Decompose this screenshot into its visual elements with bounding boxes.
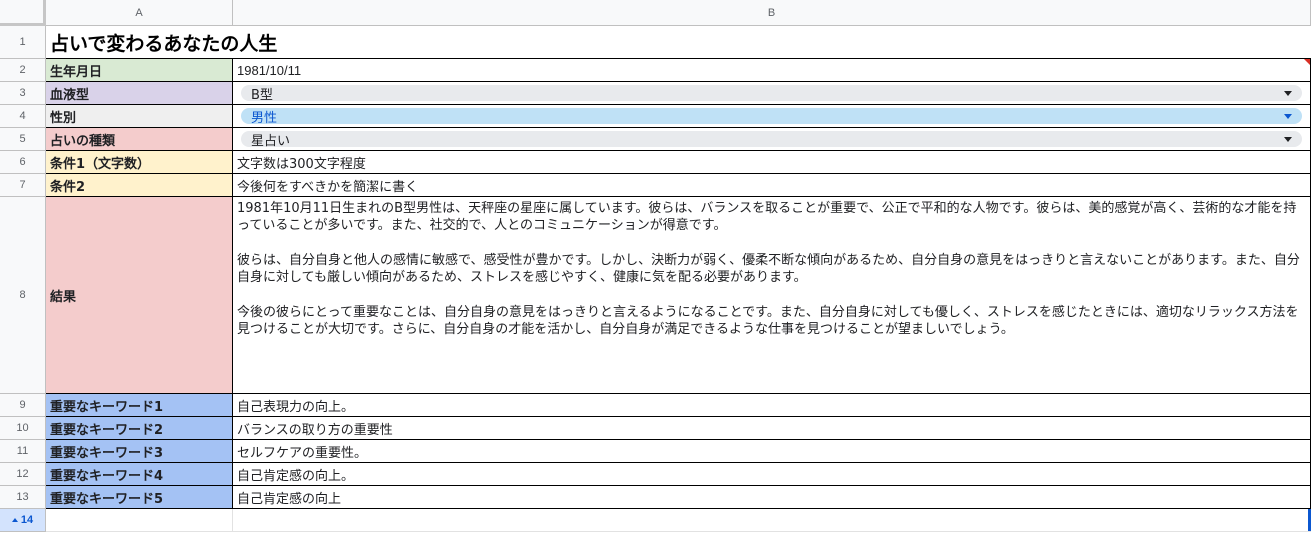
sheet-row: 11 重要なキーワード3 セルフケアの重要性。 [0, 440, 1311, 463]
condition1-label-cell[interactable]: 条件1（文字数） [46, 151, 233, 174]
blood-type-value: B型 [251, 87, 273, 103]
birthday-label-cell[interactable]: 生年月日 [46, 59, 233, 82]
fortune-type-value: 星占い [251, 133, 291, 149]
condition2-label-cell[interactable]: 条件2 [46, 174, 233, 197]
sheet-row: 12 重要なキーワード4 自己肯定感の向上。 [0, 463, 1311, 486]
empty-cell-b14[interactable] [233, 509, 1311, 532]
row-header[interactable]: 1 [0, 26, 46, 59]
empty-cell-a14[interactable] [46, 509, 233, 532]
row-header[interactable]: 3 [0, 82, 46, 105]
comment-indicator-icon[interactable] [1304, 59, 1310, 65]
gender-dropdown[interactable]: 男性 [241, 108, 1302, 126]
blood-type-value-cell[interactable]: B型 [233, 82, 1311, 105]
dropdown-arrow-icon[interactable] [1284, 114, 1292, 119]
result-value-cell[interactable]: 1981年10月11日生まれのB型男性は、天秤座の星座に属しています。彼らは、バ… [233, 197, 1311, 394]
keyword2-label-cell[interactable]: 重要なキーワード2 [46, 417, 233, 440]
row-header[interactable]: 7 [0, 174, 46, 197]
row-header[interactable]: 4 [0, 105, 46, 128]
blood-type-dropdown[interactable]: B型 [241, 85, 1302, 103]
fortune-type-label-cell[interactable]: 占いの種類 [46, 128, 233, 151]
sheet-row: 2 生年月日 1981/10/11 [0, 59, 1311, 82]
dropdown-arrow-icon[interactable] [1284, 91, 1292, 96]
result-text: 1981年10月11日生まれのB型男性は、天秤座の星座に属しています。彼らは、バ… [237, 200, 1306, 338]
result-label-cell[interactable]: 結果 [46, 197, 233, 394]
column-header-a[interactable]: A [46, 0, 233, 26]
result-paragraph: 彼らは、自分自身と他人の感情に敏感で、感受性が豊かです。しかし、決断力が弱く、優… [237, 252, 1300, 286]
sheet-row: 3 血液型 B型 [0, 82, 1311, 105]
condition2-value-cell[interactable]: 今後何をすべきかを簡潔に書く [233, 174, 1311, 197]
keyword5-value-cell[interactable]: 自己肯定感の向上 [233, 486, 1311, 509]
sheet-row: 5 占いの種類 星占い [0, 128, 1311, 151]
keyword4-value-cell[interactable]: 自己肯定感の向上。 [233, 463, 1311, 486]
row-header[interactable]: 13 [0, 486, 46, 509]
blood-type-label-cell[interactable]: 血液型 [46, 82, 233, 105]
row-header[interactable]: 12 [0, 463, 46, 486]
keyword5-label-cell[interactable]: 重要なキーワード5 [46, 486, 233, 509]
row-header[interactable]: 11 [0, 440, 46, 463]
sheet-row: 13 重要なキーワード5 自己肯定感の向上 [0, 486, 1311, 509]
keyword4-label-cell[interactable]: 重要なキーワード4 [46, 463, 233, 486]
birthday-value-cell[interactable]: 1981/10/11 [233, 59, 1311, 82]
result-paragraph: 今後の彼らにとって重要なことは、自分自身の意見をはっきりと言えるようになることで… [237, 304, 1299, 338]
gender-label-cell[interactable]: 性別 [46, 105, 233, 128]
sheet-row: 7 条件2 今後何をすべきかを簡潔に書く [0, 174, 1311, 197]
keyword1-value-cell[interactable]: 自己表現力の向上。 [233, 394, 1311, 417]
row-header[interactable]: 9 [0, 394, 46, 417]
fortune-type-dropdown[interactable]: 星占い [241, 131, 1302, 149]
row-header-selected[interactable]: 14 [0, 509, 46, 532]
select-all-corner[interactable] [0, 0, 46, 26]
sheet-row: 1 占いで変わるあなたの人生 [0, 26, 1311, 59]
row-header[interactable]: 8 [0, 197, 46, 394]
keyword3-label-cell[interactable]: 重要なキーワード3 [46, 440, 233, 463]
keyword1-label-cell[interactable]: 重要なキーワード1 [46, 394, 233, 417]
collapse-arrow-icon[interactable] [11, 518, 18, 522]
row-header[interactable]: 2 [0, 59, 46, 82]
result-paragraph: 1981年10月11日生まれのB型男性は、天秤座の星座に属しています。彼らは、バ… [237, 201, 1297, 234]
row-number: 14 [20, 514, 34, 526]
row-header[interactable]: 6 [0, 151, 46, 174]
gender-value-cell[interactable]: 男性 [233, 105, 1311, 128]
sheet-row: 10 重要なキーワード2 バランスの取り方の重要性 [0, 417, 1311, 440]
fortune-type-value-cell[interactable]: 星占い [233, 128, 1311, 151]
condition1-value-cell[interactable]: 文字数は300文字程度 [233, 151, 1311, 174]
row-header[interactable]: 10 [0, 417, 46, 440]
sheet-row: 6 条件1（文字数） 文字数は300文字程度 [0, 151, 1311, 174]
keyword3-value-cell[interactable]: セルフケアの重要性。 [233, 440, 1311, 463]
gender-value: 男性 [251, 110, 278, 126]
sheet-title-cell[interactable]: 占いで変わるあなたの人生 [46, 26, 1311, 59]
sheet-row: 4 性別 男性 [0, 105, 1311, 128]
row-header[interactable]: 5 [0, 128, 46, 151]
dropdown-arrow-icon[interactable] [1284, 137, 1292, 142]
sheet-row-selected: 14 [0, 509, 1311, 532]
sheet-row: 9 重要なキーワード1 自己表現力の向上。 [0, 394, 1311, 417]
birthday-value: 1981/10/11 [237, 62, 302, 78]
sheet-grid: 1 占いで変わるあなたの人生 2 生年月日 1981/10/11 3 血液型 B… [0, 26, 1311, 532]
column-header-b[interactable]: B [233, 0, 1311, 26]
sheet-row: 8 結果 1981年10月11日生まれのB型男性は、天秤座の星座に属しています。… [0, 197, 1311, 394]
keyword2-value-cell[interactable]: バランスの取り方の重要性 [233, 417, 1311, 440]
